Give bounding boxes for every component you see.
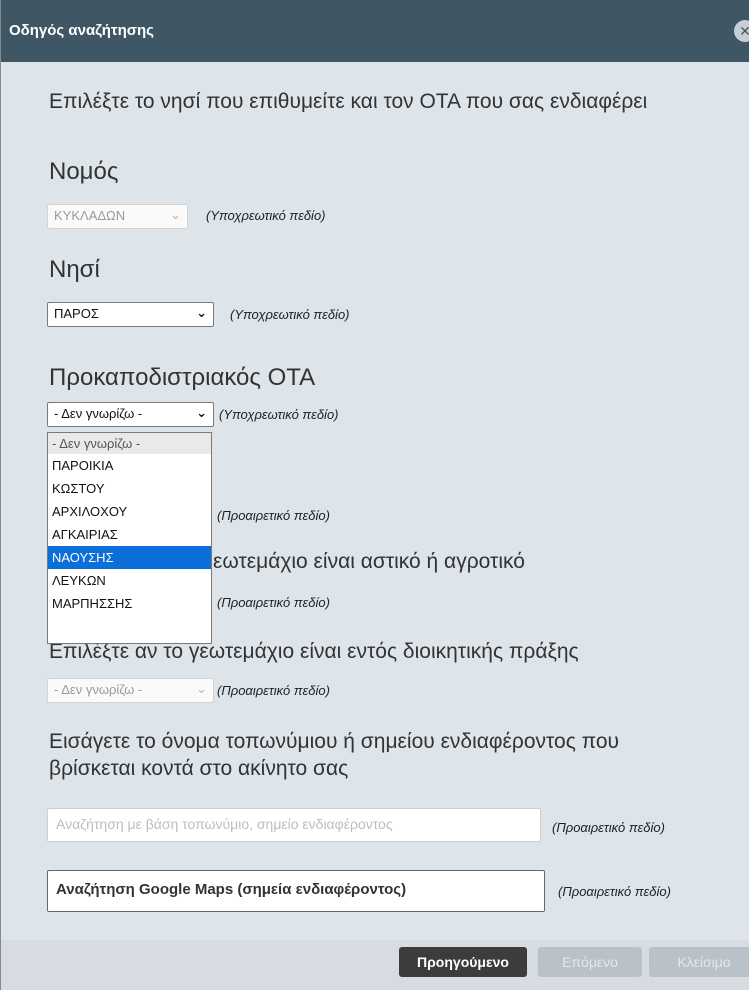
ota-select-value: - Δεν γνωρίζω - [54, 406, 143, 421]
nomos-select-value: ΚΥΚΛΑΔΩΝ [54, 208, 126, 223]
google-maps-search-input[interactable]: Αναζήτηση Google Maps (σημεία ενδιαφέρον… [47, 870, 545, 912]
nisi-label: Νησί [49, 256, 100, 283]
close-button[interactable]: Κλείσιμο [649, 947, 749, 977]
admin-act-select: - Δεν γνωρίζω - ⌄ [47, 678, 214, 703]
google-hint: (Προαιρετικό πεδίο) [558, 884, 671, 899]
dropdown-option[interactable]: ΠΑΡΟΙΚΙΑ [48, 454, 211, 477]
chevron-down-icon: ⌄ [196, 681, 207, 696]
dialog-title: Οδηγός αναζήτησης [9, 22, 154, 39]
dropdown-option-highlighted[interactable]: ΝΑΟΥΣΗΣ [48, 546, 211, 569]
nisi-hint: (Υποχρεωτικό πεδίο) [230, 307, 350, 322]
dialog-titlebar: Οδηγός αναζήτησης ✕ [1, 0, 749, 62]
dialog-footer: Προηγούμενο Επόμενο Κλείσιμο [1, 940, 749, 990]
dropdown-option[interactable]: ΜΑΡΠΗΣΣΗΣ [48, 592, 211, 615]
chevron-down-icon: ⌄ [196, 405, 207, 420]
admin-act-hint: (Προαιρετικό πεδίο) [217, 683, 330, 698]
toponym-hint: (Προαιρετικό πεδίο) [552, 820, 665, 835]
nisi-select[interactable]: ΠΑΡΟΣ ⌄ [47, 302, 214, 327]
nisi-select-value: ΠΑΡΟΣ [54, 306, 99, 321]
ota-dropdown-list[interactable]: - Δεν γνωρίζω - ΠΑΡΟΙΚΙΑ ΚΩΣΤΟΥ ΑΡΧΙΛΟΧΟ… [47, 432, 212, 644]
intro-text: Επιλέξτε το νησί που επιθυμείτε και τον … [49, 90, 648, 113]
ota-label: Προκαποδιστριακός ΟΤΑ [49, 364, 316, 391]
next-button[interactable]: Επόμενο [538, 947, 642, 977]
chevron-down-icon: ⌄ [170, 207, 181, 222]
chevron-down-icon: ⌄ [196, 305, 207, 320]
search-wizard-dialog: Οδηγός αναζήτησης ✕ Επιλέξτε το νησί που… [0, 0, 749, 990]
nomos-hint: (Υποχρεωτικό πεδίο) [206, 208, 326, 223]
ota-hint: (Υποχρεωτικό πεδίο) [219, 407, 339, 422]
nomos-label: Νομός [49, 158, 119, 185]
dropdown-option[interactable]: - Δεν γνωρίζω - [48, 433, 211, 454]
admin-act-select-value: - Δεν γνωρίζω - [54, 682, 143, 697]
nomos-select: ΚΥΚΛΑΔΩΝ ⌄ [47, 204, 188, 229]
urban-rural-label: εωτεμάχιο είναι αστικό ή αγροτικό [213, 550, 525, 573]
ota-select[interactable]: - Δεν γνωρίζω - ⌄ [47, 402, 214, 427]
toponym-label: Εισάγετε το όνομα τοπωνύμιου ή σημείου ε… [49, 730, 620, 780]
dropdown-option[interactable]: ΛΕΥΚΩΝ [48, 569, 211, 592]
close-icon[interactable]: ✕ [734, 20, 749, 42]
optional-hint-1: (Προαιρετικό πεδίο) [217, 508, 330, 523]
dropdown-option[interactable]: ΚΩΣΤΟΥ [48, 477, 211, 500]
toponym-search-input[interactable]: Αναζήτηση με βάση τοπωνύμιο, σημείο ενδι… [47, 808, 541, 842]
previous-button[interactable]: Προηγούμενο [399, 947, 527, 977]
urban-rural-hint: (Προαιρετικό πεδίο) [217, 595, 330, 610]
dropdown-option[interactable]: ΑΡΧΙΛΟΧΟΥ [48, 500, 211, 523]
dropdown-option[interactable]: ΑΓΚΑΙΡΙΑΣ [48, 523, 211, 546]
